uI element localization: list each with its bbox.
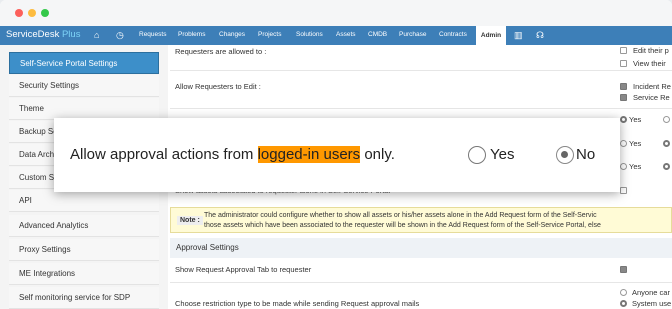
sidebar-item-advanced-analytics[interactable]: Advanced Analytics	[9, 215, 159, 237]
minimize-window-button[interactable]	[28, 9, 36, 17]
allowed-view-label: View their	[633, 59, 666, 68]
nav-assets[interactable]: Assets	[336, 31, 356, 38]
approval-no-radio[interactable]	[556, 146, 574, 164]
nav-projects[interactable]: Projects	[258, 31, 281, 38]
sidebar-item-me-integrations[interactable]: ME Integrations	[9, 263, 159, 285]
row-divider	[170, 282, 672, 283]
restriction-anyone-radio[interactable]	[620, 289, 627, 296]
approval-no-label: No	[576, 146, 596, 163]
row2-yes-radio[interactable]	[620, 140, 627, 147]
row1-no-radio[interactable]	[663, 116, 670, 123]
nav-admin-tab[interactable]: Admin	[476, 26, 506, 45]
requesters-allowed-label: Requesters are allowed to :	[175, 47, 267, 56]
sidebar-item-api[interactable]: API	[9, 190, 159, 212]
row2-yes-label: Yes	[629, 139, 642, 148]
question-suffix: only.	[360, 146, 395, 163]
row2-no-radio[interactable]	[663, 140, 670, 147]
clock-icon[interactable]: ◷	[116, 29, 124, 41]
allowed-view-checkbox[interactable]	[620, 60, 627, 67]
row3-no-radio[interactable]	[663, 163, 670, 170]
row1-yes-radio[interactable]	[620, 116, 627, 123]
sidebar-item-self-monitoring[interactable]: Self monitoring service for SDP	[9, 287, 159, 309]
row1-yes-label: Yes	[629, 115, 642, 124]
nav-contracts[interactable]: Contracts	[439, 31, 467, 38]
approval-setting-callout: Allow approval actions from logged-in us…	[54, 118, 620, 192]
sidebar-item-self-service-portal[interactable]: Self-Service Portal Settings	[9, 52, 159, 74]
nav-solutions[interactable]: Solutions	[296, 31, 323, 38]
edit-incident-label: Incident Re	[633, 82, 671, 91]
nav-problems[interactable]: Problems	[178, 31, 205, 38]
requesters-edit-label: Allow Requesters to Edit :	[175, 82, 261, 91]
maximize-window-button[interactable]	[41, 9, 49, 17]
row-divider	[170, 108, 672, 109]
edit-incident-checkbox[interactable]	[620, 83, 627, 90]
restriction-system-label: System use	[632, 299, 672, 308]
brand-name: ServiceDesk	[6, 29, 60, 40]
row3-yes-label: Yes	[629, 162, 642, 171]
nav-cmdb[interactable]: CMDB	[368, 31, 387, 38]
allowed-edit-checkbox[interactable]	[620, 47, 627, 54]
question-prefix: Allow approval actions from	[70, 146, 258, 163]
row-divider	[170, 70, 672, 71]
brand-logo[interactable]: ServiceDesk Plus	[6, 29, 80, 40]
sidebar-item-theme[interactable]: Theme	[9, 98, 159, 120]
brand-suffix: Plus	[61, 29, 81, 40]
nav-requests[interactable]: Requests	[139, 31, 166, 38]
close-window-button[interactable]	[15, 9, 23, 17]
nav-changes[interactable]: Changes	[219, 31, 245, 38]
note-line-1: The administrator could configure whethe…	[204, 212, 597, 219]
sidebar-item-proxy[interactable]: Proxy Settings	[9, 239, 159, 261]
top-navbar: ServiceDesk Plus ⌂ ◷ Requests Problems C…	[0, 26, 672, 45]
approval-yes-radio[interactable]	[468, 146, 486, 164]
nav-purchase[interactable]: Purchase	[399, 31, 426, 38]
chart-icon[interactable]: ▥	[514, 29, 523, 41]
approval-settings-heading: Approval Settings	[170, 238, 672, 258]
note-label: Note :	[177, 216, 203, 225]
question-highlight: logged-in users	[257, 146, 361, 163]
restriction-anyone-label: Anyone car	[632, 288, 670, 297]
sidebar-item-security[interactable]: Security Settings	[9, 75, 159, 97]
note-line-2: those assets which have been associated …	[204, 222, 601, 229]
home-icon[interactable]: ⌂	[94, 29, 99, 41]
restriction-system-radio[interactable]	[620, 300, 627, 307]
headset-icon[interactable]: ☊	[536, 29, 544, 41]
assets-checkbox[interactable]	[620, 187, 627, 194]
title-bar	[0, 0, 672, 26]
app-window: ServiceDesk Plus ⌂ ◷ Requests Problems C…	[0, 0, 672, 309]
restriction-label: Choose restriction type to be made while…	[175, 299, 420, 308]
note-box: Note : The administrator could configure…	[170, 207, 672, 233]
approval-question: Allow approval actions from logged-in us…	[70, 146, 395, 163]
allowed-edit-label: Edit their p	[633, 46, 669, 55]
approval-tab-checkbox[interactable]	[620, 266, 627, 273]
approval-yes-label: Yes	[490, 146, 515, 163]
edit-service-checkbox[interactable]	[620, 94, 627, 101]
row3-yes-radio[interactable]	[620, 163, 627, 170]
note-text: The administrator could configure whethe…	[204, 211, 672, 231]
edit-service-label: Service Re	[633, 93, 670, 102]
approval-tab-label: Show Request Approval Tab to requester	[175, 265, 312, 274]
